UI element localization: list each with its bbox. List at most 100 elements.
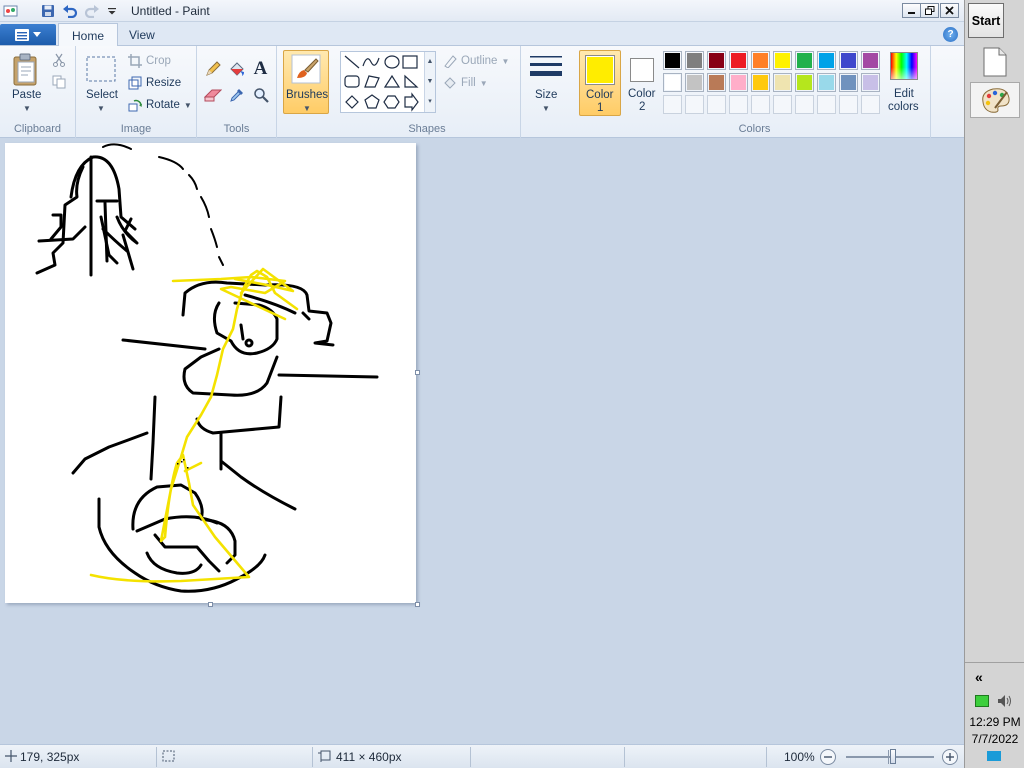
color-swatch[interactable] [817,51,836,70]
shapes-gallery: ▲ ▼ ▾ [340,51,436,113]
brushes-button[interactable]: Brushes ▼ [283,50,329,114]
color-swatch[interactable] [861,73,880,92]
tools-group-label: Tools [223,123,250,135]
taskbar-item-paint[interactable] [970,82,1020,118]
color-swatch[interactable] [773,51,792,70]
start-button[interactable]: Start [968,3,1004,38]
taskbar-item-document[interactable] [970,44,1020,80]
color-swatch[interactable] [685,73,704,92]
cursor-position-icon [5,750,17,765]
drawing-workspace[interactable] [0,138,964,744]
color-swatch[interactable] [817,73,836,92]
tools-group: A Tools [197,46,277,138]
custom-color-slot[interactable] [773,95,792,114]
document-icon [983,47,1007,77]
color-swatch[interactable] [795,73,814,92]
save-icon[interactable] [39,2,57,20]
window-title: Untitled - Paint [131,4,210,18]
color-swatch[interactable] [707,73,726,92]
color-swatch[interactable] [839,51,858,70]
select-icon[interactable] [86,56,116,82]
select-dropdown-icon[interactable]: ▼ [97,104,105,113]
custom-color-slot[interactable] [817,95,836,114]
pencil-icon[interactable] [202,58,223,79]
volume-icon[interactable] [997,693,1013,712]
ribbon: Paste ▼ Clipboard Select ▼ Crop Resize R… [0,46,964,138]
color-swatch[interactable] [839,73,858,92]
color-swatch[interactable] [773,73,792,92]
size-label[interactable]: Size [535,89,557,101]
paint-app-icon[interactable] [2,2,20,20]
undo-icon[interactable] [61,2,79,20]
resize-button[interactable]: Resize [128,73,181,93]
cut-icon[interactable] [51,52,67,68]
color-palette [663,51,883,117]
size-dropdown-icon[interactable]: ▼ [542,104,550,113]
selection-size-icon [162,750,175,765]
rotate-button[interactable]: Rotate ▼ [128,95,192,115]
zoom-slider-thumb[interactable] [890,749,896,764]
fill-icon [444,77,456,89]
tab-view[interactable]: View [116,23,168,46]
outline-button[interactable]: Outline ▼ [443,51,509,71]
zoom-out-button[interactable] [820,749,836,765]
custom-color-slot[interactable] [839,95,858,114]
custom-color-slot[interactable] [729,95,748,114]
close-button[interactable] [940,3,959,18]
restore-button[interactable] [920,3,939,18]
select-label[interactable]: Select [86,89,118,101]
image-group-label: Image [120,123,152,135]
paste-label[interactable]: Paste [12,89,41,101]
paste-icon[interactable] [10,52,42,88]
color-swatch[interactable] [685,51,704,70]
restore-icon [924,6,934,15]
custom-color-slot[interactable] [707,95,726,114]
fill-bucket-icon[interactable] [226,58,247,79]
eraser-icon[interactable] [202,84,223,105]
show-desktop-icon[interactable] [987,751,1001,761]
custom-color-slot[interactable] [861,95,880,114]
custom-color-slot[interactable] [663,95,682,114]
size-group: Size ▼ [521,46,571,138]
shapes-scroll[interactable]: ▲ ▼ ▾ [424,52,435,112]
drawing-canvas[interactable] [5,143,416,603]
canvas-resize-handle-corner[interactable] [415,602,420,607]
collapse-tray-button[interactable]: « [975,669,983,685]
fill-button[interactable]: Fill ▼ [443,73,488,93]
color-picker-icon[interactable] [226,84,247,105]
zoom-slider[interactable] [846,749,934,764]
color-swatch[interactable] [751,73,770,92]
redo-icon[interactable] [83,2,101,20]
edit-colors-icon [890,52,918,80]
magnifier-icon[interactable] [250,84,271,105]
paint-menu-button[interactable] [0,24,56,45]
network-icon[interactable] [975,695,989,707]
minimize-button[interactable] [902,3,921,18]
paste-dropdown-icon[interactable]: ▼ [23,104,31,113]
color-swatch[interactable] [751,51,770,70]
size-icon[interactable] [530,54,562,82]
color-swatch[interactable] [663,73,682,92]
color-swatch[interactable] [795,51,814,70]
color-swatch[interactable] [729,51,748,70]
copy-icon[interactable] [51,74,67,90]
color-swatch[interactable] [729,73,748,92]
customize-dropdown-icon[interactable] [103,2,121,20]
custom-color-slot[interactable] [685,95,704,114]
custom-color-slot[interactable] [751,95,770,114]
crop-button[interactable]: Crop [128,51,171,71]
help-icon[interactable]: ? [943,27,958,42]
color-swatch[interactable] [663,51,682,70]
tab-home[interactable]: Home [58,23,119,47]
edit-colors-button[interactable]: Edit colors [885,50,925,116]
canvas-resize-handle-bottom[interactable] [208,602,213,607]
text-tool-icon[interactable]: A [250,58,271,79]
color-swatch[interactable] [707,51,726,70]
custom-color-slot[interactable] [795,95,814,114]
clock-date: 7/7/2022 [971,732,1019,746]
canvas-resize-handle-right[interactable] [415,370,420,375]
color-swatch[interactable] [861,51,880,70]
zoom-in-button[interactable] [942,749,958,765]
menu-icon [15,28,29,41]
outline-dropdown-icon: ▼ [501,56,510,66]
